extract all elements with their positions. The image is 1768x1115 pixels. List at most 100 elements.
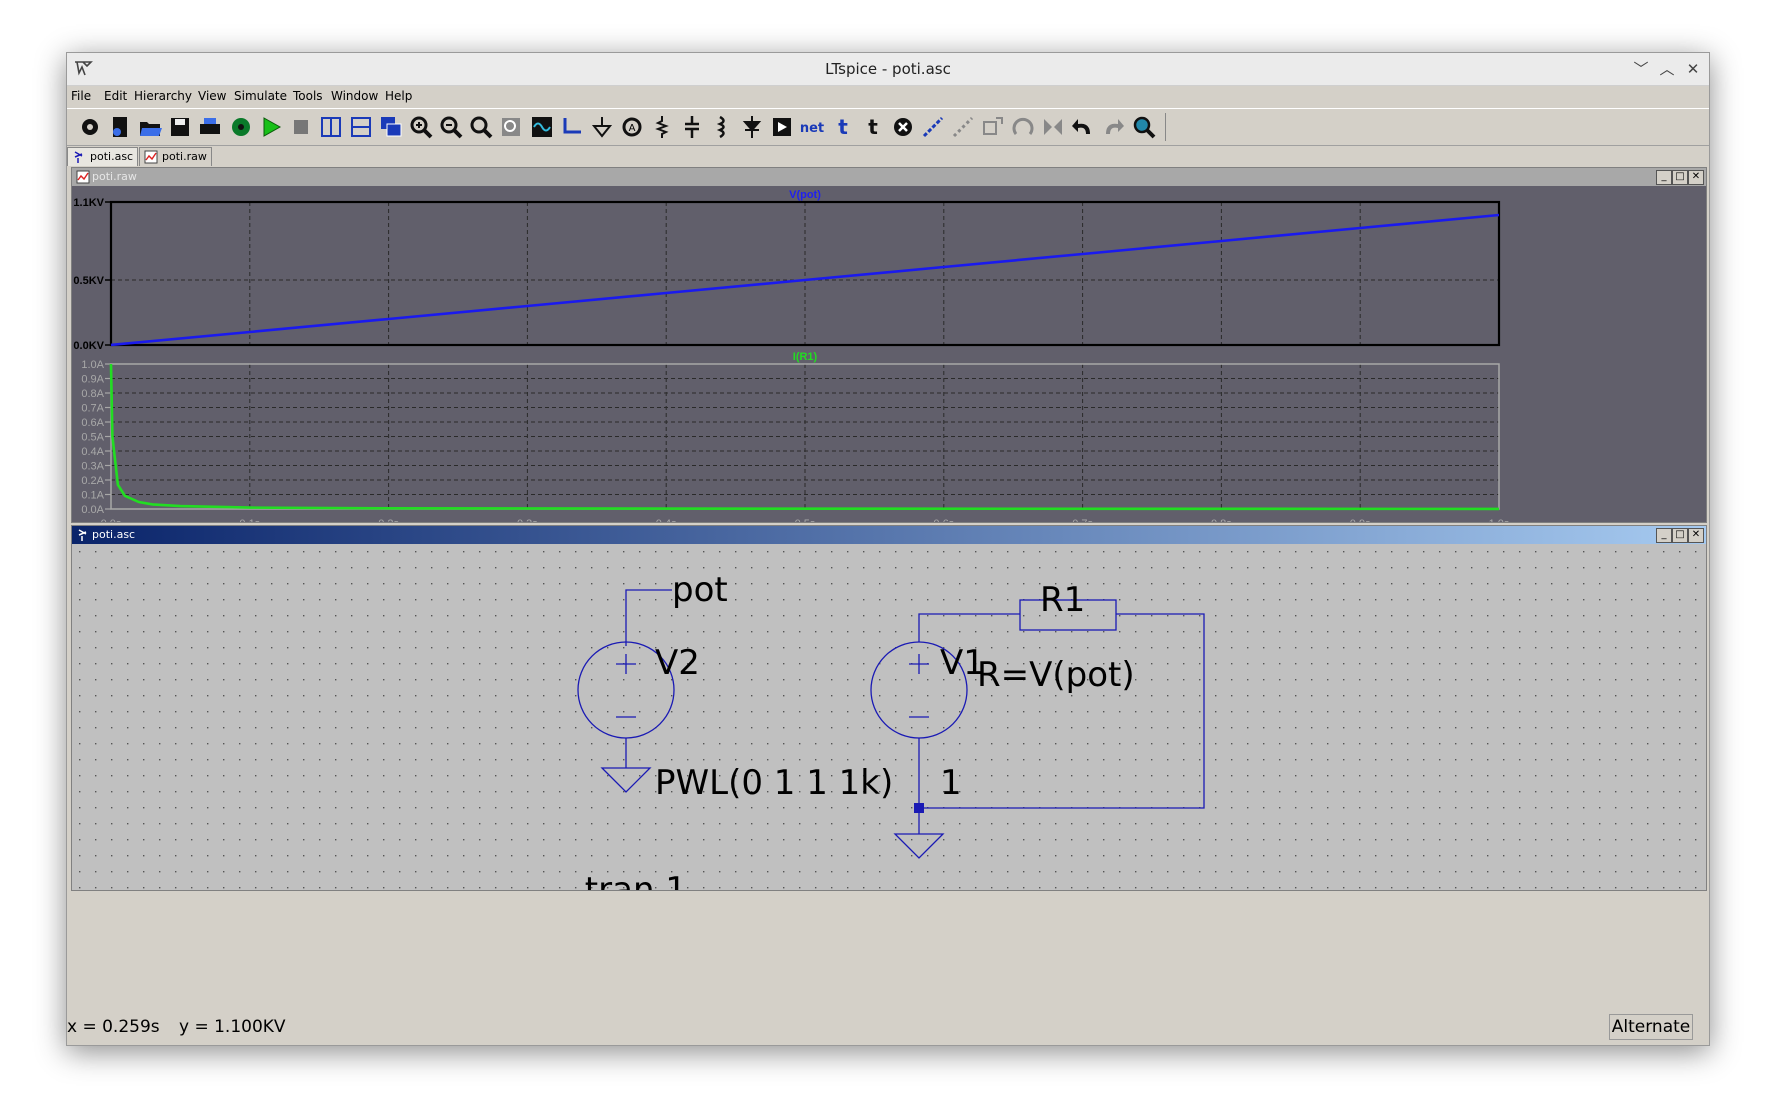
schematic-pane-title: poti.asc (92, 528, 136, 541)
pane-close-button[interactable]: ✕ (1688, 170, 1704, 185)
drag-icon[interactable] (978, 112, 1008, 142)
svg-text:A: A (628, 123, 635, 134)
x-tick-label: 0.5s (795, 518, 816, 522)
net-label-pot[interactable]: pot (672, 570, 728, 610)
diode-icon[interactable] (737, 112, 767, 142)
menu-hierarchy[interactable]: Hierarchy (134, 89, 192, 103)
r1-name[interactable]: R1 (1040, 580, 1085, 620)
pane-minimize-button[interactable]: _ (1656, 170, 1672, 185)
ir1-trace-label[interactable]: I(R1) (793, 351, 818, 363)
x-tick-label: 0.9s (1350, 518, 1371, 522)
waveform-pane-title: poti.raw (92, 170, 137, 183)
inductor-icon[interactable] (707, 112, 737, 142)
title-bar[interactable]: LTspice - poti.asc ﹀ ︿ ✕ (67, 53, 1709, 86)
zoom-out-icon[interactable] (436, 112, 466, 142)
menu-simulate[interactable]: Simulate (234, 89, 287, 103)
v2-name[interactable]: V2 (655, 643, 700, 683)
zoom-back-icon[interactable] (496, 112, 526, 142)
mirror-icon[interactable] (1038, 112, 1068, 142)
y-tick-label: 0.8A (81, 388, 104, 400)
undo-icon[interactable] (1068, 112, 1098, 142)
x-tick-label: 0.0s (101, 518, 122, 522)
menu-window[interactable]: Window (331, 89, 378, 103)
menu-help[interactable]: Help (385, 89, 412, 103)
y-tick-label: 0.6A (81, 417, 104, 429)
cursor-y-readout: y = 1.100KV (179, 1017, 286, 1037)
tile-vertical-icon[interactable] (316, 112, 346, 142)
menu-file[interactable]: File (71, 89, 91, 103)
waveform-pane: poti.raw _ □ ✕ V(pot) I(R1) 1.1KV 0.5KV 0.… (71, 167, 1707, 523)
open-icon[interactable] (135, 112, 165, 142)
new-schematic-icon[interactable] (105, 112, 135, 142)
gear-icon[interactable] (75, 112, 105, 142)
y-tick-label: 0.5A (81, 432, 104, 444)
x-tick-label: 0.1s (239, 518, 260, 522)
capacitor-icon[interactable] (677, 112, 707, 142)
x-tick-label: 0.4s (656, 518, 677, 522)
spice-directive[interactable]: .tran 1 (574, 870, 687, 890)
menu-view[interactable]: View (198, 89, 226, 103)
spice-directive-icon[interactable]: t (858, 112, 888, 142)
tab-poti-raw[interactable]: poti.raw (139, 147, 212, 166)
run-icon[interactable] (256, 112, 286, 142)
cascade-icon[interactable] (376, 112, 406, 142)
y-tick-label: 0.0A (81, 504, 104, 516)
resistor-icon[interactable] (647, 112, 677, 142)
vpot-trace-label[interactable]: V(pot) (789, 189, 821, 201)
r1-value[interactable]: R=V(pot) (977, 655, 1135, 695)
wire-icon[interactable] (557, 112, 587, 142)
save-icon[interactable] (165, 112, 195, 142)
tile-horizontal-icon[interactable] (346, 112, 376, 142)
waveform-doc-icon (76, 170, 90, 184)
pane-maximize-button[interactable]: □ (1672, 170, 1688, 185)
schematic-canvas[interactable]: pot V2 PWL(0 1 1 1k) V1 1 R1 R=V(pot) .t… (72, 544, 1706, 890)
schematic-grid (72, 544, 1706, 890)
tab-poti-asc[interactable]: poti.asc (67, 147, 139, 166)
control-panel-icon[interactable] (226, 112, 256, 142)
minimize-button[interactable]: ﹀ (1629, 57, 1653, 81)
move-icon[interactable] (948, 112, 978, 142)
delete-icon[interactable] (888, 112, 918, 142)
ltspice-window: LTspice - poti.asc ﹀ ︿ ✕ File Edit Hiera… (66, 52, 1710, 1046)
x-tick-label: 0.3s (517, 518, 538, 522)
menu-tools[interactable]: Tools (293, 89, 323, 103)
y-tick-label: 0.4A (81, 446, 104, 458)
y-tick-label: 0.0KV (73, 340, 104, 352)
y-tick-label: 1.1KV (73, 197, 104, 209)
x-tick-label: 0.8s (1211, 518, 1232, 522)
mode-indicator: Alternate (1609, 1014, 1693, 1040)
pane-maximize-button[interactable]: □ (1672, 528, 1688, 543)
text-icon[interactable]: t (828, 112, 858, 142)
zoom-fit-icon[interactable] (466, 112, 496, 142)
y-tick-label: 1.0A (81, 359, 104, 371)
pane-close-button[interactable]: ✕ (1688, 528, 1704, 543)
ground-icon[interactable] (587, 112, 617, 142)
schematic-pane-title-bar[interactable]: poti.asc _ □ ✕ (72, 526, 1706, 544)
toolbar-separator (1164, 113, 1166, 141)
close-button[interactable]: ✕ (1681, 57, 1705, 81)
waveform-pane-title-bar[interactable]: poti.raw _ □ ✕ (72, 168, 1706, 186)
maximize-button[interactable]: ︿ (1655, 57, 1679, 81)
y-tick-label: 0.3A (81, 461, 104, 473)
redo-icon[interactable] (1098, 112, 1128, 142)
y-tick-label: 0.2A (81, 475, 104, 487)
label-net-icon[interactable]: A (617, 112, 647, 142)
cursor-x-readout: x = 0.259s (67, 1017, 160, 1037)
print-icon[interactable] (195, 112, 225, 142)
halt-icon[interactable] (286, 112, 316, 142)
v1-value[interactable]: 1 (940, 763, 962, 803)
component-icon[interactable] (767, 112, 797, 142)
zoom-in-icon[interactable] (406, 112, 436, 142)
autorange-icon[interactable] (527, 112, 557, 142)
net-text-icon[interactable]: net (797, 112, 827, 142)
x-tick-label: 0.7s (1072, 518, 1093, 522)
toolbar: Anet t t (67, 108, 1709, 146)
rotate-icon[interactable] (1008, 112, 1038, 142)
find-icon[interactable] (1129, 112, 1159, 142)
v2-value[interactable]: PWL(0 1 1 1k) (655, 763, 893, 803)
menu-bar: File Edit Hierarchy View Simulate Tools … (67, 85, 1709, 107)
duplicate-icon[interactable] (918, 112, 948, 142)
menu-edit[interactable]: Edit (104, 89, 127, 103)
waveform-plot-area[interactable]: V(pot) I(R1) 1.1KV 0.5KV 0.0KV 1.0A 0.9A 0.8… (72, 186, 1706, 522)
pane-minimize-button[interactable]: _ (1656, 528, 1672, 543)
